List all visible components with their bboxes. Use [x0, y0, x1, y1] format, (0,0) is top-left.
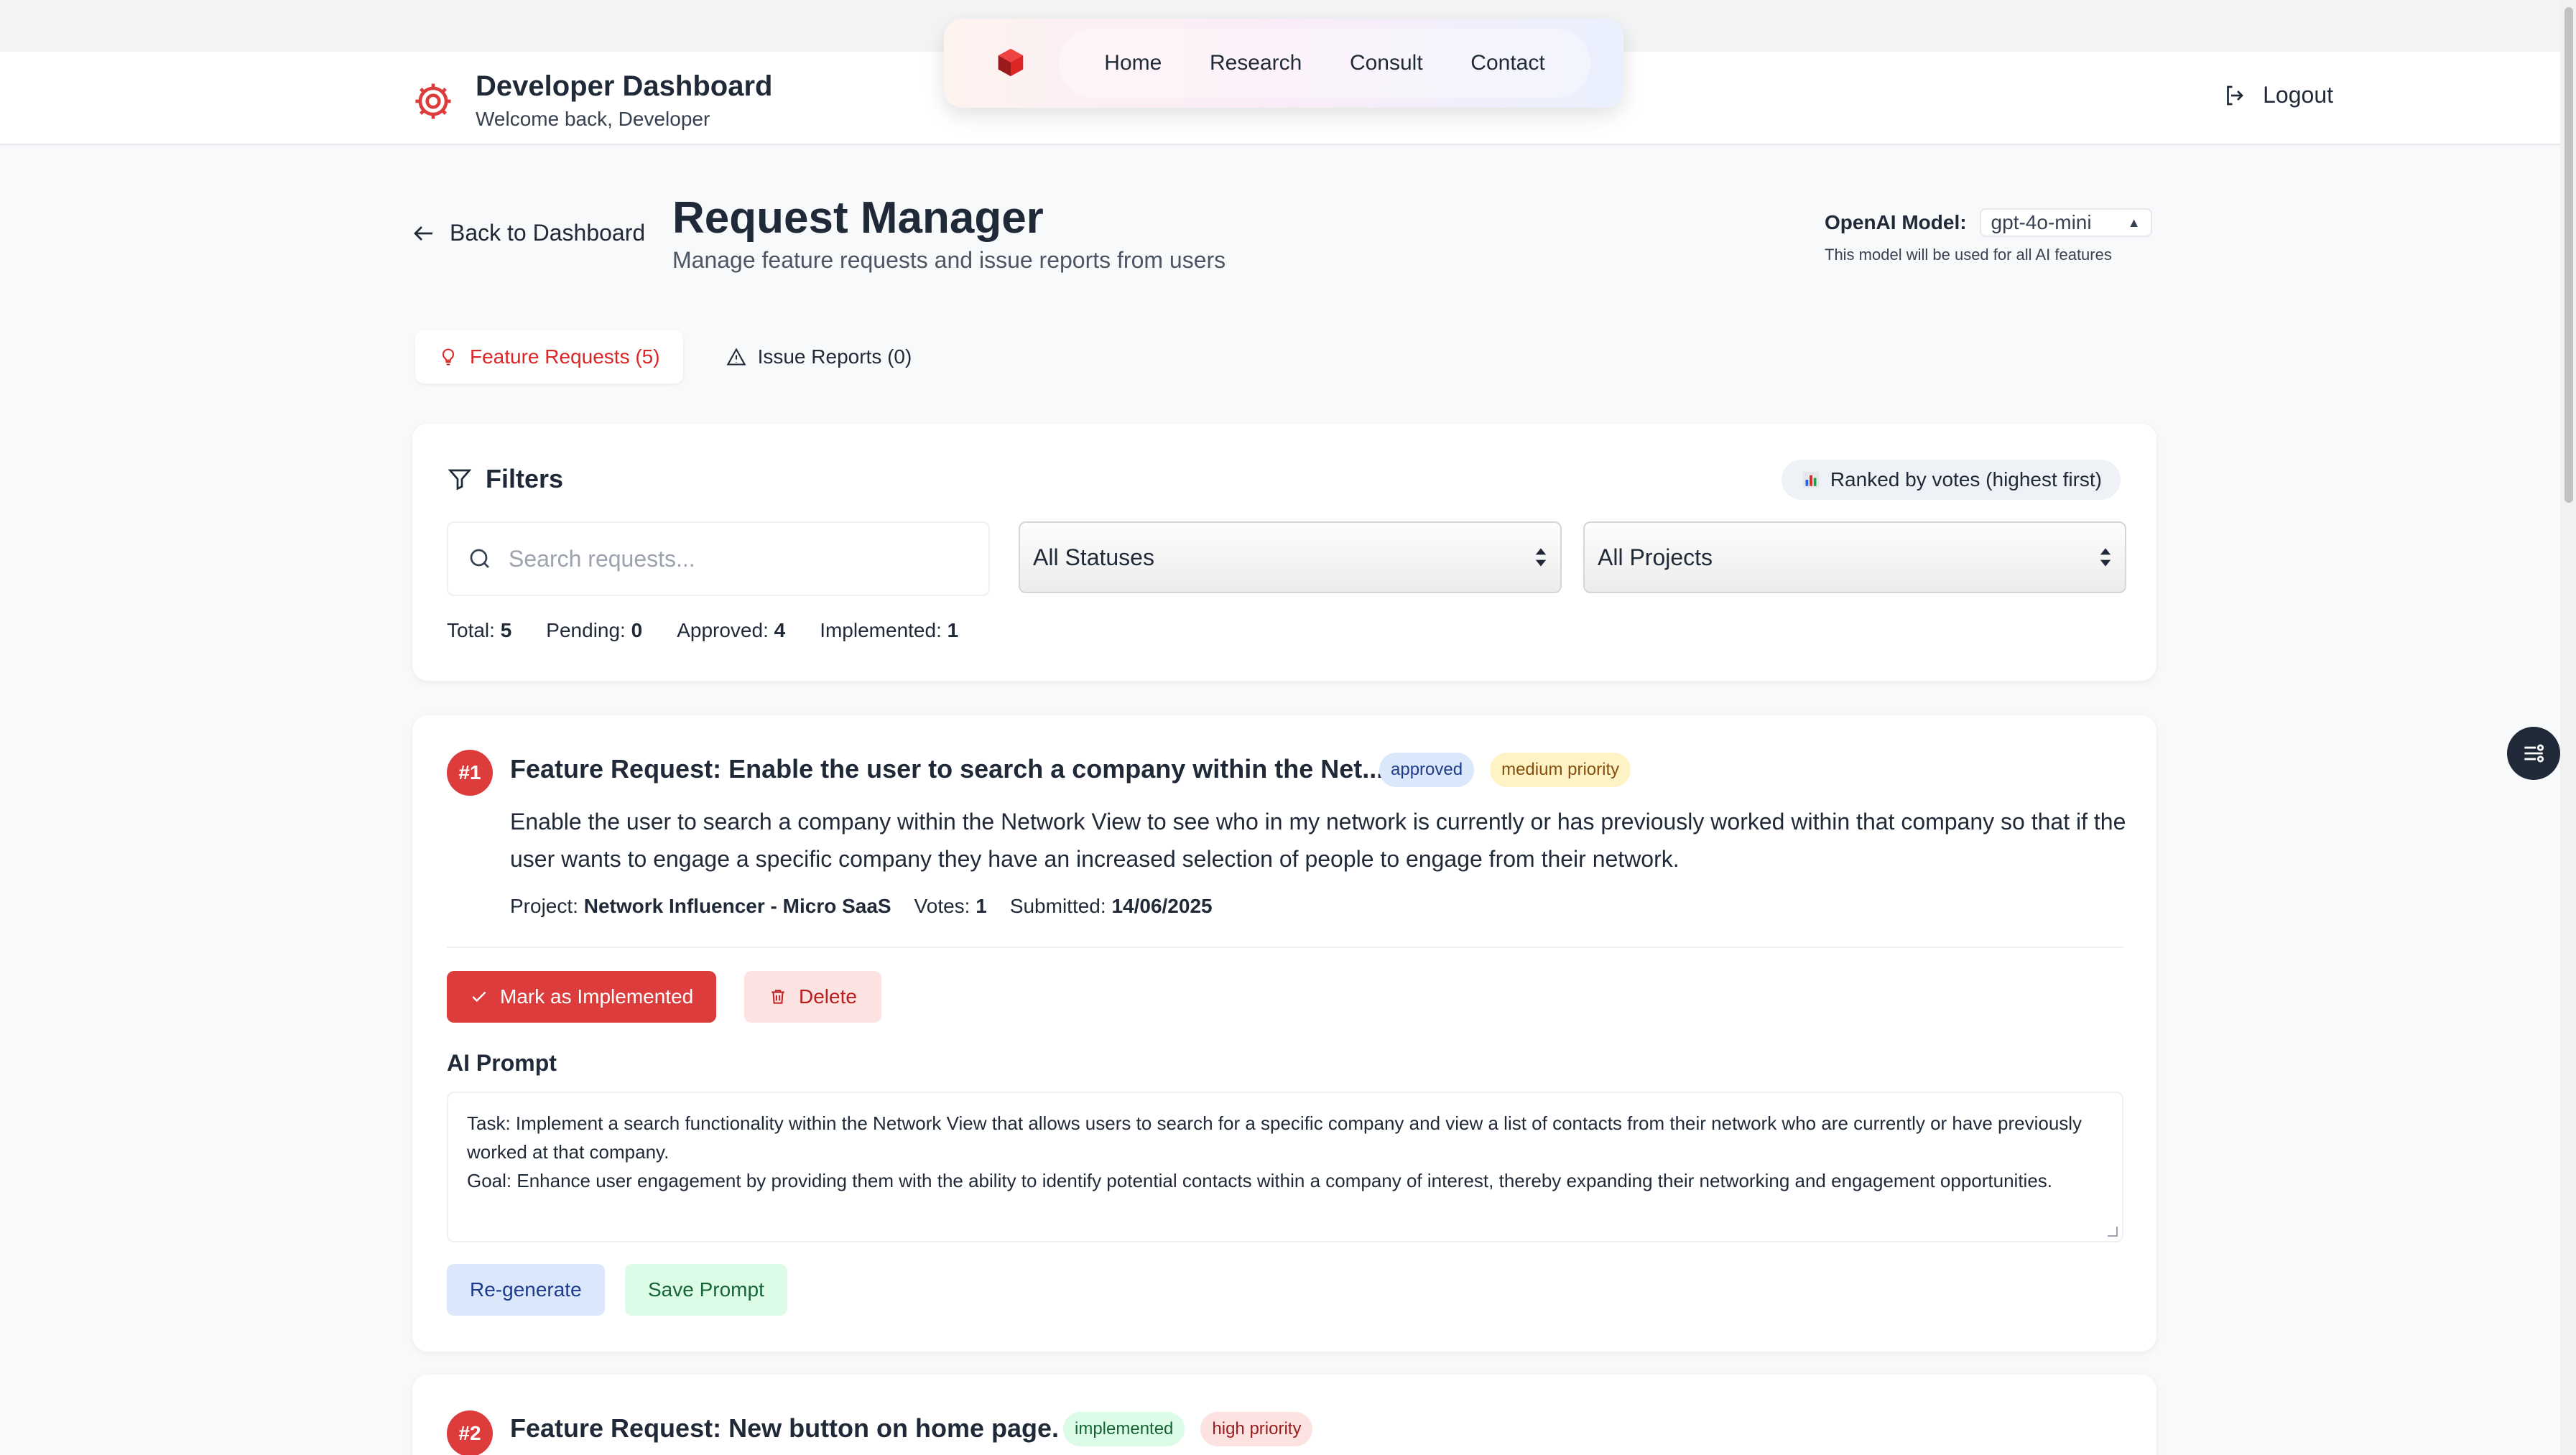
delete-button[interactable]: Delete [744, 971, 881, 1023]
stat-total: Total: 5 [447, 619, 512, 641]
resize-handle[interactable] [2108, 1227, 2118, 1237]
request-badges: implemented high priority [1063, 1412, 1313, 1446]
nav-link-consult[interactable]: Consult [1350, 51, 1423, 75]
scroll-thumb[interactable] [2565, 7, 2573, 503]
brand: Developer Dashboard Welcome back, Develo… [411, 68, 772, 134]
gear-icon [415, 83, 451, 119]
warning-triangle-icon [726, 348, 746, 366]
search-placeholder: Search requests... [509, 545, 695, 572]
logout-icon [2227, 85, 2244, 105]
ai-prompt-label: AI Prompt [447, 1050, 557, 1076]
delete-label: Delete [799, 985, 857, 1008]
request-title: Feature Request: Enable the user to sear… [510, 754, 1384, 784]
floating-menu-button[interactable] [2507, 727, 2560, 780]
tab-feature-requests[interactable]: Feature Requests (5) [415, 330, 683, 383]
back-to-dashboard-link[interactable]: Back to Dashboard [411, 220, 645, 246]
nav-link-home[interactable]: Home [1104, 51, 1162, 75]
cube-logo-icon[interactable] [994, 46, 1027, 79]
filters-heading: Filters [447, 464, 563, 494]
nav-links: Home Research Consult Contact [1059, 29, 1590, 98]
status-badge: implemented [1063, 1412, 1185, 1446]
logout-label: Logout [2263, 82, 2333, 108]
tab-feature-requests-label: Feature Requests (5) [470, 345, 660, 368]
project-selected-value: All Projects [1598, 544, 1713, 570]
filters-card: Filters Ranked by votes (highest first) … [412, 424, 2156, 681]
filters-title: Filters [486, 464, 564, 493]
regenerate-button[interactable]: Re-generate [447, 1264, 605, 1316]
tab-issue-reports[interactable]: Issue Reports (0) [703, 330, 935, 383]
ranked-badge: Ranked by votes (highest first) [1781, 460, 2121, 500]
status-select[interactable]: All Statuses [1019, 521, 1562, 593]
rank-badge: #2 [447, 1410, 493, 1455]
ranked-label: Ranked by votes (highest first) [1830, 468, 2102, 491]
stat-approved: Approved: 4 [677, 619, 786, 641]
priority-badge: high priority [1200, 1412, 1313, 1446]
mark-implemented-button[interactable]: Mark as Implemented [447, 971, 717, 1023]
status-badge: approved [1379, 753, 1475, 787]
filter-funnel-icon [448, 469, 472, 491]
request-stats: Total: 5 Pending: 0 Approved: 4 Implemen… [447, 619, 958, 642]
tab-issue-reports-label: Issue Reports (0) [757, 345, 912, 368]
rank-badge: #1 [447, 750, 493, 796]
model-selector: OpenAI Model: gpt-4o-mini ▲︎ [1825, 208, 2152, 237]
request-meta: Project: Network Influencer - Micro SaaS… [510, 895, 1213, 918]
bar-chart-icon [1802, 471, 1820, 488]
model-select[interactable]: gpt-4o-mini ▲︎ [1979, 208, 2152, 237]
request-badges: approved medium priority [1379, 753, 1631, 787]
page-subtitle: Manage feature requests and issue report… [672, 247, 1226, 273]
mark-implemented-label: Mark as Implemented [500, 985, 694, 1008]
divider [447, 947, 2123, 948]
select-arrows-icon [2100, 548, 2111, 567]
meta-submitted: Submitted: 14/06/2025 [1009, 895, 1213, 917]
model-label: OpenAI Model: [1825, 211, 1967, 233]
ai-prompt-text: Task: Implement a search functionality w… [467, 1112, 2082, 1191]
request-tabs: Feature Requests (5) Issue Reports (0) [415, 330, 935, 383]
meta-project: Project: Network Influencer - Micro SaaS [510, 895, 891, 917]
request-title: Feature Request: New button on home page… [510, 1413, 1060, 1443]
model-selected-value: gpt-4o-mini [1991, 211, 2092, 233]
status-selected-value: All Statuses [1033, 544, 1154, 570]
list-settings-icon [2524, 744, 2544, 763]
arrow-left-icon [414, 226, 432, 241]
lightbulb-icon [442, 348, 455, 366]
logout-button[interactable]: Logout [2223, 82, 2333, 108]
project-select[interactable]: All Projects [1583, 521, 2126, 593]
select-arrows-icon: ▲︎ [2127, 215, 2141, 230]
stat-pending: Pending: 0 [546, 619, 643, 641]
meta-votes: Votes: 1 [914, 895, 987, 917]
model-note: This model will be used for all AI featu… [1825, 246, 2112, 264]
nav-link-research[interactable]: Research [1210, 51, 1302, 75]
back-label: Back to Dashboard [450, 220, 646, 246]
welcome-text: Welcome back, Developer [476, 108, 710, 130]
nav-link-contact[interactable]: Contact [1470, 51, 1544, 75]
ai-prompt-textarea[interactable]: Task: Implement a search functionality w… [447, 1092, 2123, 1242]
select-arrows-icon [1535, 548, 1547, 567]
save-prompt-button[interactable]: Save Prompt [625, 1264, 787, 1316]
floating-nav: Home Research Consult Contact [944, 19, 1623, 108]
app-title: Developer Dashboard [476, 70, 773, 102]
request-card: #1 Feature Request: Enable the user to s… [412, 715, 2156, 1352]
search-icon [470, 549, 489, 568]
page-scrollbar[interactable] [2560, 0, 2576, 1455]
priority-badge: medium priority [1490, 753, 1631, 787]
trash-icon [772, 990, 784, 1004]
check-icon [472, 991, 486, 1003]
request-card: #2 Feature Request: New button on home p… [412, 1375, 2156, 1455]
stat-implemented: Implemented: 1 [820, 619, 959, 641]
search-input[interactable]: Search requests... [447, 521, 990, 596]
request-description: Enable the user to search a company with… [510, 809, 2126, 872]
page-title: Request Manager [672, 193, 1044, 243]
